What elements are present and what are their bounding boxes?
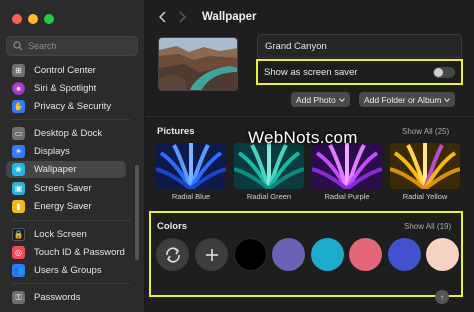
color-swatch-peach[interactable] <box>426 238 459 271</box>
chevron-left-icon <box>158 11 166 23</box>
add-color-button[interactable] <box>195 238 228 271</box>
main-panel: Wallpaper Grand Canyon Show as screen sa… <box>146 0 474 312</box>
page-title: Wallpaper <box>202 11 257 23</box>
colors-show-all-link[interactable]: Show All (19) <box>404 222 451 231</box>
lock-icon: 🔒 <box>12 228 25 241</box>
key-icon: ⚿ <box>12 291 25 304</box>
wallpaper-caption: Radial Green <box>246 192 292 201</box>
color-swatch-pink[interactable] <box>349 238 382 271</box>
sidebar-item-control-center[interactable]: ⊞ Control Center <box>6 62 126 79</box>
sidebar-item-label: Touch ID & Password <box>34 247 125 258</box>
toolbar: Wallpaper <box>146 0 474 34</box>
energy-icon: ▮ <box>12 200 25 213</box>
add-folder-button[interactable]: Add Folder or Album <box>359 92 456 107</box>
sidebar-item-label: Passwords <box>34 292 81 303</box>
sidebar-item-users-groups[interactable]: 👥 Users & Groups <box>6 262 126 279</box>
watermark: WebNots.com <box>248 128 358 147</box>
sidebar-item-wallpaper[interactable]: ❀ Wallpaper <box>6 161 126 178</box>
sidebar-divider <box>12 119 130 120</box>
sidebar-item-label: Siri & Spotlight <box>34 83 97 94</box>
wallpaper-caption: Radial Yellow <box>402 192 448 201</box>
minimize-window-button[interactable] <box>28 14 38 24</box>
radial-green-image <box>234 143 304 189</box>
plus-icon <box>205 248 218 261</box>
sidebar-item-energy-saver[interactable]: ▮ Energy Saver <box>6 198 126 215</box>
sidebar-item-touch-id[interactable]: ◎ Touch ID & Password <box>6 244 126 261</box>
sidebar-item-label: Users & Groups <box>34 265 102 276</box>
search-placeholder: Search <box>28 41 57 51</box>
wallpaper-radial-green[interactable] <box>234 143 304 189</box>
wallpaper-caption: Radial Purple <box>324 192 370 201</box>
siri-icon: ● <box>12 82 25 95</box>
sidebar-item-displays[interactable]: ☀ Displays <box>6 143 126 160</box>
sidebar-item-label: Energy Saver <box>34 201 92 212</box>
radial-blue-image <box>156 143 226 189</box>
wallpaper-radial-blue[interactable] <box>156 143 226 189</box>
chevron-right-icon <box>178 11 186 23</box>
search-input[interactable]: Search <box>6 36 138 56</box>
chevron-down-icon <box>444 97 451 102</box>
control-center-icon: ⊞ <box>12 64 25 77</box>
radial-purple-image <box>312 143 382 189</box>
users-icon: 👥 <box>12 264 25 277</box>
wallpaper-radial-yellow[interactable] <box>390 143 460 189</box>
sidebar: Search ⊞ Control Center ● Siri & Spotlig… <box>0 0 145 312</box>
color-swatch-cyan[interactable] <box>311 238 344 271</box>
search-icon <box>13 41 23 51</box>
screen-saver-row: Show as screen saver <box>256 59 463 85</box>
sidebar-divider <box>12 283 130 284</box>
sidebar-item-privacy-security[interactable]: ✋ Privacy & Security <box>6 98 126 115</box>
forward-button[interactable] <box>176 9 188 25</box>
sidebar-item-screen-saver[interactable]: ▣ Screen Saver <box>6 180 126 197</box>
grand-canyon-image <box>159 38 237 90</box>
sidebar-item-label: Control Center <box>34 65 96 76</box>
color-swatch-blue[interactable] <box>388 238 421 271</box>
display-icon: ☀ <box>12 145 25 158</box>
zoom-window-button[interactable] <box>44 14 54 24</box>
sidebar-item-label: Lock Screen <box>34 229 87 240</box>
sidebar-divider <box>12 220 130 221</box>
color-swatch-black[interactable] <box>234 238 267 271</box>
wallpaper-name: Grand Canyon <box>257 34 462 58</box>
add-photo-label: Add Photo <box>296 94 336 105</box>
sidebar-item-passwords[interactable]: ⚿ Passwords <box>6 289 126 306</box>
window-controls <box>12 14 54 24</box>
back-button[interactable] <box>156 9 168 25</box>
auto-rotate-button[interactable] <box>156 238 189 271</box>
refresh-icon <box>165 246 180 263</box>
add-photo-button[interactable]: Add Photo <box>291 92 350 107</box>
chevron-down-icon <box>338 97 345 102</box>
sidebar-item-label: Displays <box>34 146 70 157</box>
pictures-section-title: Pictures <box>157 126 195 137</box>
sidebar-item-label: Wallpaper <box>34 164 77 175</box>
fingerprint-icon: ◎ <box>12 246 25 259</box>
radial-yellow-image <box>390 143 460 189</box>
sidebar-item-label: Desktop & Dock <box>34 128 103 139</box>
colors-section-title: Colors <box>157 221 188 232</box>
sidebar-item-label: Screen Saver <box>34 183 92 194</box>
wallpaper-radial-purple[interactable] <box>312 143 382 189</box>
dock-icon: ▭ <box>12 127 25 140</box>
hand-icon: ✋ <box>12 100 25 113</box>
sidebar-scrollbar[interactable] <box>135 165 139 260</box>
screen-saver-icon: ▣ <box>12 182 25 195</box>
sidebar-item-lock-screen[interactable]: 🔒 Lock Screen <box>6 226 126 243</box>
watermark-badge-icon: ↑ <box>435 290 449 304</box>
close-window-button[interactable] <box>12 14 22 24</box>
sidebar-item-desktop-dock[interactable]: ▭ Desktop & Dock <box>6 125 126 142</box>
wallpaper-icon: ❀ <box>12 163 25 176</box>
add-folder-label: Add Folder or Album <box>364 94 442 105</box>
current-wallpaper-preview[interactable] <box>158 37 238 91</box>
sidebar-item-label: Privacy & Security <box>34 101 112 112</box>
screen-saver-label: Show as screen saver <box>264 66 358 78</box>
section-divider <box>146 116 474 117</box>
sidebar-item-siri-spotlight[interactable]: ● Siri & Spotlight <box>6 80 126 97</box>
screen-saver-toggle[interactable] <box>433 66 455 78</box>
color-swatch-purple[interactable] <box>272 238 305 271</box>
wallpaper-caption: Radial Blue <box>171 192 211 201</box>
pictures-show-all-link[interactable]: Show All (25) <box>402 127 449 136</box>
